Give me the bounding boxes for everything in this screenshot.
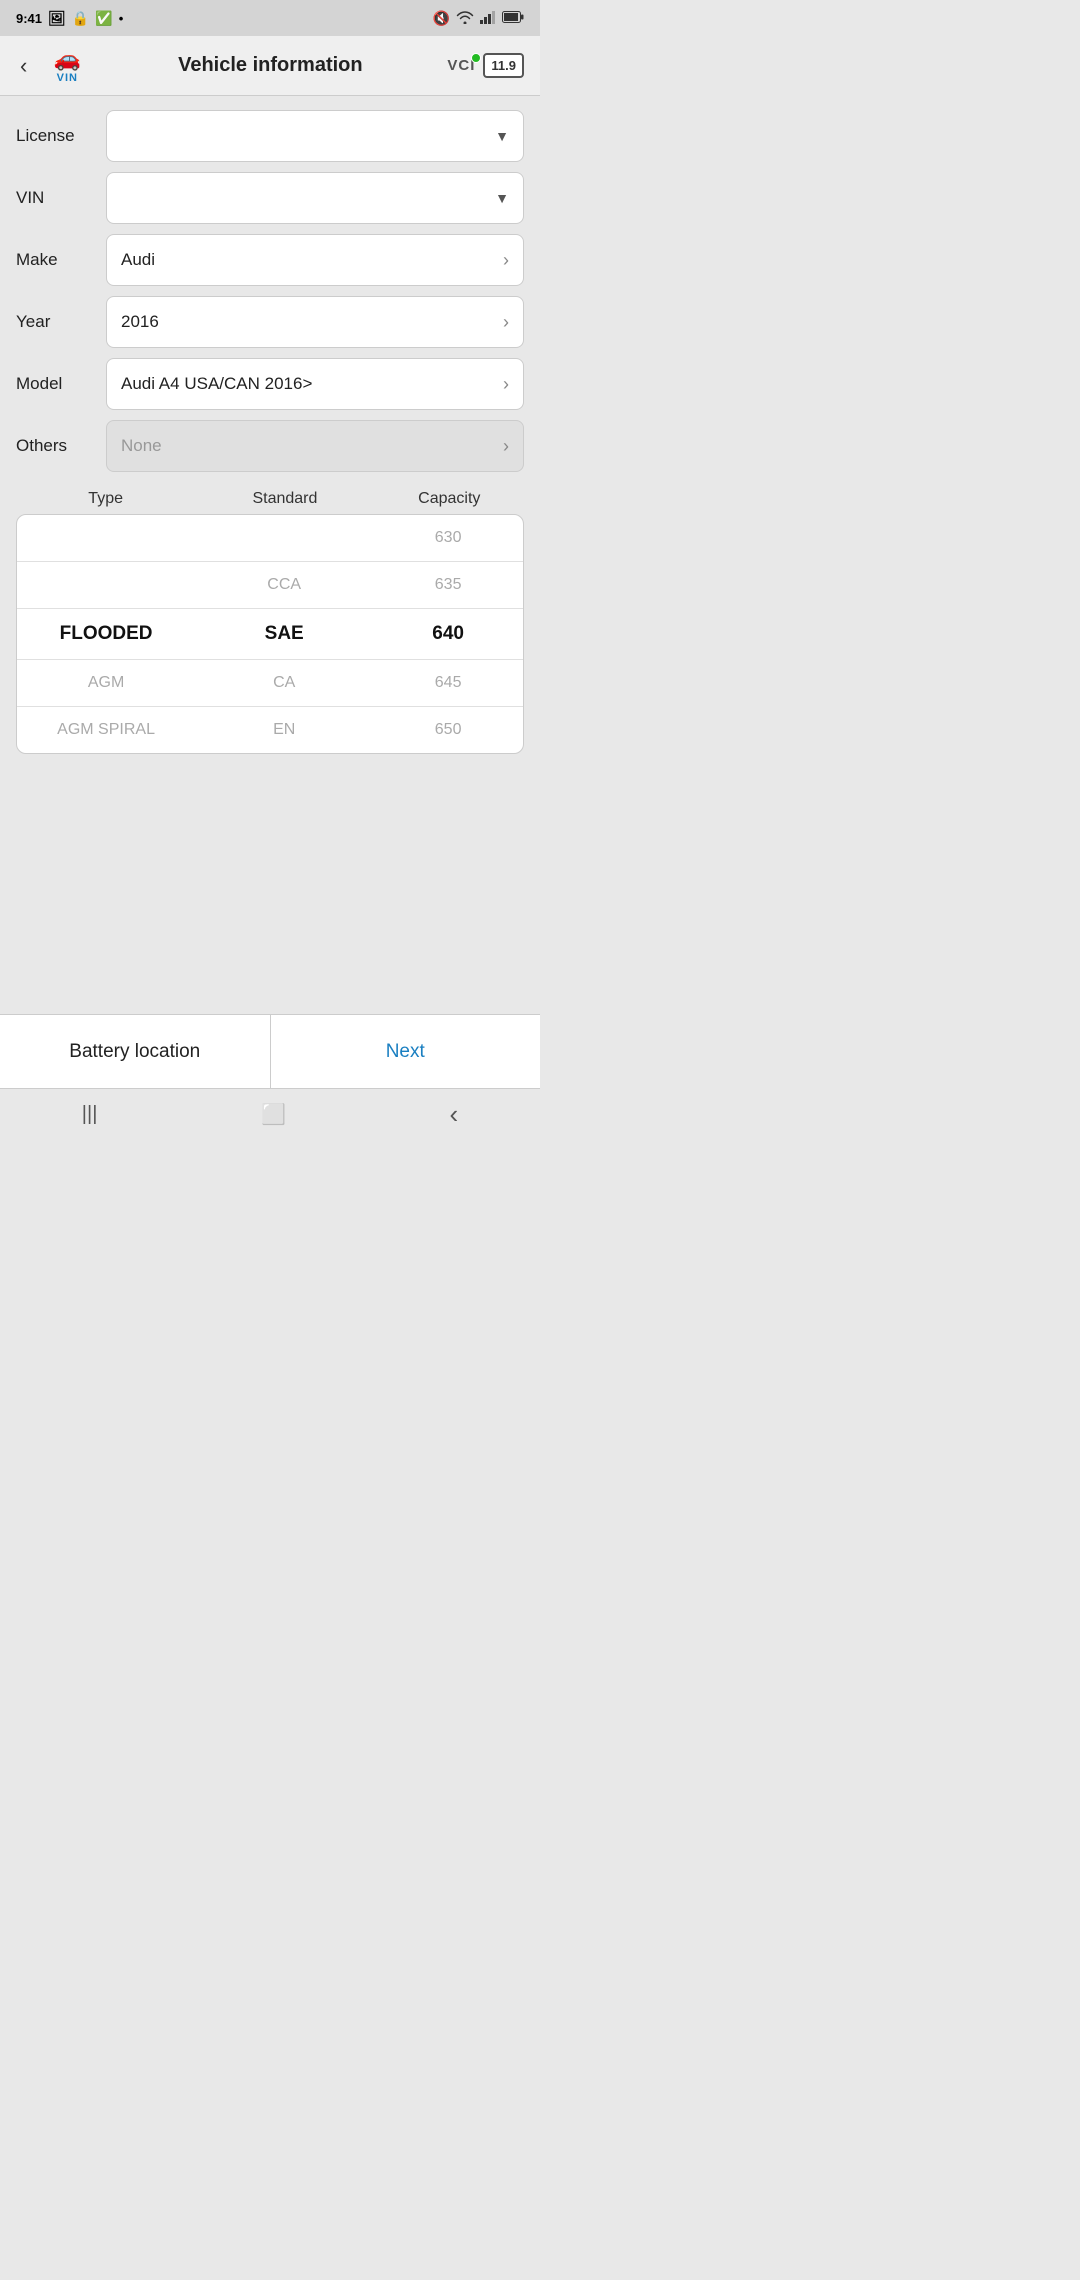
status-bar: 9:41 🖼 🔒 ✅ • 🔇 (0, 0, 540, 36)
lock-icon: 🔒 (72, 10, 89, 27)
col-header-standard: Standard (195, 490, 374, 508)
cell-capacity-1: 635 (373, 562, 523, 608)
others-row: Others None › (16, 420, 524, 472)
table-header: Type Standard Capacity (16, 482, 524, 514)
table-row-selected[interactable]: FLOODED SAE 640 (17, 609, 523, 660)
cell-standard-4: EN (195, 707, 373, 753)
license-row: License ▼ (16, 110, 524, 162)
others-value: None (121, 436, 162, 456)
table-row[interactable]: 630 (17, 515, 523, 562)
cell-capacity-2: 640 (373, 609, 523, 659)
cell-standard-2: SAE (195, 609, 373, 659)
model-value: Audi A4 USA/CAN 2016> (121, 374, 312, 394)
mute-icon: 🔇 (433, 10, 450, 27)
make-field[interactable]: Audi › (106, 234, 524, 286)
vin-logo: 🚗 VIN (41, 46, 93, 86)
bottom-buttons: Battery location Next (0, 1014, 540, 1088)
cell-type-0 (17, 524, 195, 552)
vci-badge: VCI (447, 57, 475, 74)
battery-table: Type Standard Capacity 630 CCA 6 (16, 482, 524, 754)
cell-standard-1: CCA (195, 562, 373, 608)
vin-row: VIN ▼ (16, 172, 524, 224)
vin-field[interactable]: ▼ (106, 172, 524, 224)
others-chevron-icon: › (503, 436, 509, 457)
model-row: Model Audi A4 USA/CAN 2016> › (16, 358, 524, 410)
cell-type-3: AGM (17, 660, 195, 706)
year-row: Year 2016 › (16, 296, 524, 348)
check-icon: ✅ (95, 10, 112, 27)
header: ‹ 🚗 VIN Vehicle information VCI 11.9 (0, 36, 540, 96)
status-time: 9:41 (16, 11, 42, 26)
license-label: License (16, 126, 106, 146)
make-value: Audi (121, 250, 155, 270)
cell-type-4: AGM SPIRAL (17, 707, 195, 753)
model-field[interactable]: Audi A4 USA/CAN 2016> › (106, 358, 524, 410)
cell-capacity-3: 645 (373, 660, 523, 706)
cell-capacity-4: 650 (373, 707, 523, 753)
make-chevron-icon: › (503, 250, 509, 271)
make-row: Make Audi › (16, 234, 524, 286)
model-chevron-icon: › (503, 374, 509, 395)
model-label: Model (16, 374, 106, 394)
nav-menu-icon[interactable]: ||| (82, 1103, 98, 1126)
vci-connected-dot (471, 53, 481, 63)
table-row[interactable]: AGM SPIRAL EN 650 (17, 707, 523, 753)
table-row[interactable]: AGM CA 645 (17, 660, 523, 707)
nav-home-icon[interactable]: ⬜ (261, 1102, 286, 1127)
year-label: Year (16, 312, 106, 332)
license-dropdown-arrow: ▼ (495, 128, 509, 144)
signal-icon (480, 10, 496, 27)
battery-location-button[interactable]: Battery location (0, 1015, 271, 1088)
cell-type-2: FLOODED (17, 609, 195, 659)
next-button[interactable]: Next (271, 1015, 541, 1088)
header-title: Vehicle information (178, 54, 362, 77)
cell-capacity-0: 630 (373, 515, 523, 561)
cell-type-1 (17, 571, 195, 599)
year-chevron-icon: › (503, 312, 509, 333)
license-field[interactable]: ▼ (106, 110, 524, 162)
wifi-icon (456, 10, 474, 27)
others-field[interactable]: None › (106, 420, 524, 472)
col-header-capacity: Capacity (375, 490, 524, 508)
year-value: 2016 (121, 312, 159, 332)
photo-icon: 🖼 (48, 10, 66, 27)
back-button[interactable]: ‹ (16, 49, 31, 83)
nav-back-icon[interactable]: ‹ (450, 1099, 459, 1130)
vin-dropdown-arrow: ▼ (495, 190, 509, 206)
vin-label: VIN (16, 188, 106, 208)
col-header-type: Type (16, 490, 195, 508)
battery-level-badge: 11.9 (483, 53, 524, 78)
table-row[interactable]: CCA 635 (17, 562, 523, 609)
year-field[interactable]: 2016 › (106, 296, 524, 348)
cell-standard-0 (195, 524, 373, 552)
navigation-bar: ||| ⬜ ‹ (0, 1088, 540, 1140)
others-label: Others (16, 436, 106, 456)
table-body: 630 CCA 635 FLOODED SAE 640 (16, 514, 524, 754)
make-label: Make (16, 250, 106, 270)
battery-icon (502, 11, 524, 26)
cell-standard-3: CA (195, 660, 373, 706)
dot-icon: • (119, 11, 124, 26)
